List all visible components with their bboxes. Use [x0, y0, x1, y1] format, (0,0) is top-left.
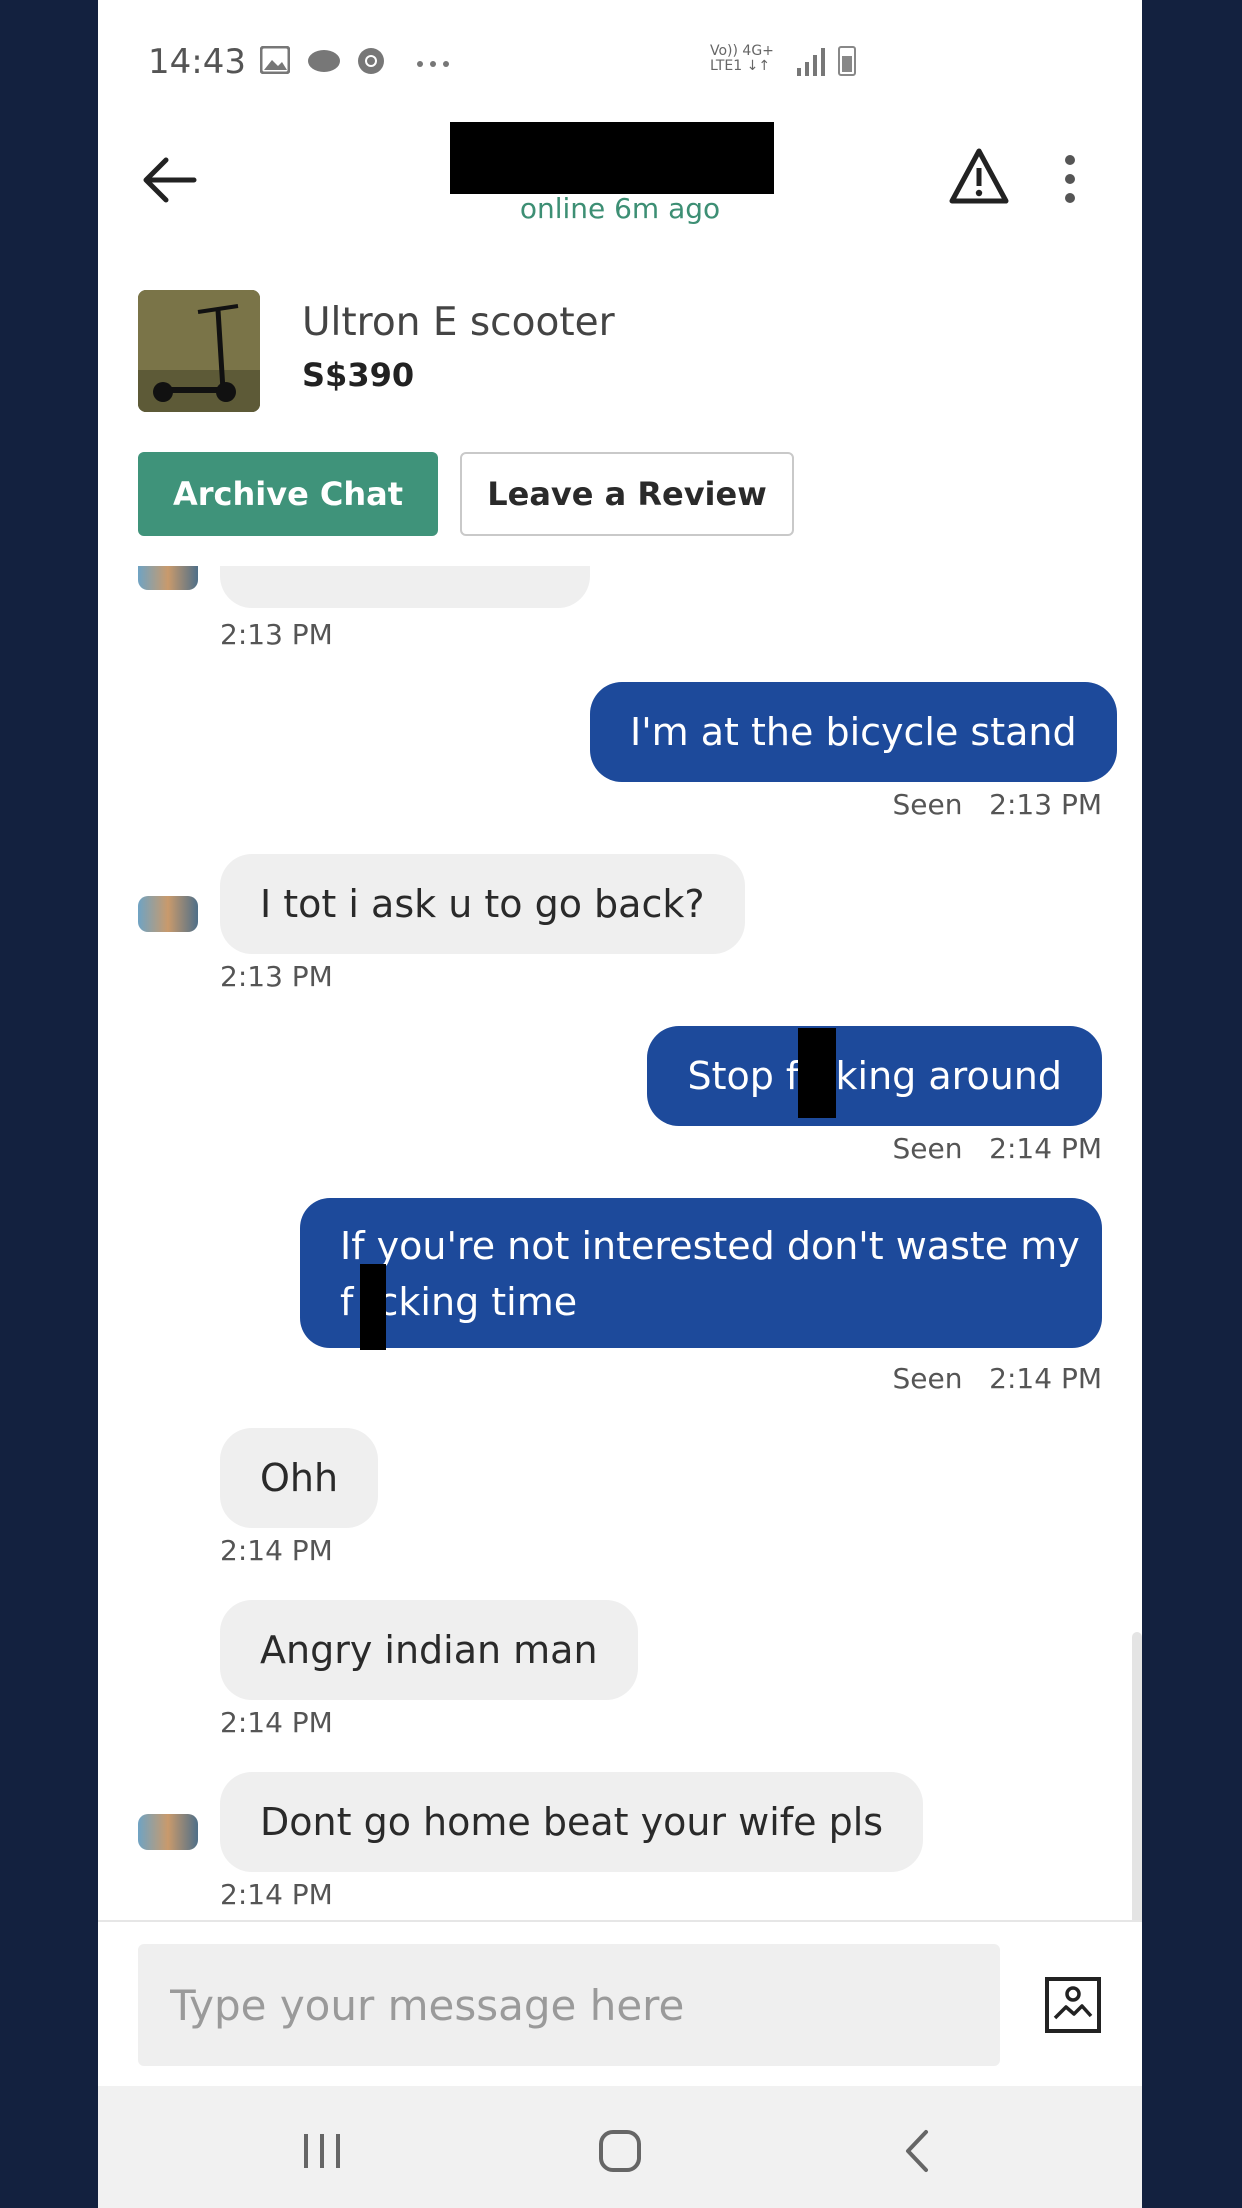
message-seen-status: Seen 2:14 PM [892, 1132, 1102, 1165]
message-bubble-outgoing: I'm at the bicycle stand [590, 682, 1117, 782]
chrome-icon [358, 48, 384, 74]
avatar [138, 896, 198, 932]
battery-icon [838, 46, 856, 76]
network-type-top: Vo)) 4G+ [710, 43, 774, 59]
recent-apps-icon[interactable] [298, 2126, 348, 2176]
message-line-2: f cking time [340, 1280, 578, 1324]
message-input[interactable] [138, 1944, 1000, 2066]
message-time: 2:14 PM [220, 1534, 333, 1567]
status-time: 14:43 [148, 42, 246, 82]
message-bubble-outgoing: If you're not interested don't waste my … [300, 1198, 1102, 1348]
message-line-1: If you're not interested don't waste my [340, 1224, 1080, 1268]
message-bubble-incoming: Dont go home beat your wife pls [220, 1772, 924, 1872]
message-seen-status: Seen 2:14 PM [892, 1362, 1102, 1395]
avatar [138, 566, 198, 590]
message-bubble-incoming [220, 566, 590, 608]
message-bubble-incoming: Angry indian man [220, 1600, 638, 1700]
archive-chat-button[interactable]: Archive Chat [138, 452, 438, 536]
composer-divider [98, 1920, 1142, 1922]
system-nav-bar [98, 2086, 1142, 2208]
back-nav-icon[interactable] [892, 2126, 942, 2176]
more-notifications-icon [417, 61, 449, 67]
status-bar: 14:43 Vo)) 4G+ LTE1 ↓↑ [98, 0, 1142, 120]
cloud-icon [308, 50, 340, 72]
scooter-image [138, 290, 260, 412]
chat-header: online 6m ago [98, 120, 1142, 270]
gallery-icon [260, 46, 290, 74]
scrollbar[interactable] [1132, 1632, 1142, 1920]
listing-title[interactable]: Ultron E scooter [302, 300, 615, 345]
message-time: 2:13 PM [220, 960, 333, 993]
network-indicator: Vo)) 4G+ LTE1 ↓↑ [710, 44, 774, 74]
image-icon[interactable] [1044, 1976, 1102, 2034]
contact-name-redacted[interactable] [450, 122, 774, 194]
censor-bar [798, 1028, 836, 1118]
message-time: 2:13 PM [220, 618, 333, 651]
listing-price: S$390 [302, 356, 415, 394]
message-list[interactable]: 2:13 PM I'm at the bicycle stand Seen 2:… [98, 566, 1142, 1920]
message-time: 2:14 PM [220, 1878, 333, 1911]
phone-screen: 14:43 Vo)) 4G+ LTE1 ↓↑ online 6m ago Ult… [98, 0, 1142, 2208]
message-bubble-incoming: Ohh [220, 1428, 379, 1528]
network-type-bottom: LTE1 ↓↑ [710, 58, 771, 74]
avatar [138, 1814, 198, 1850]
signal-icon [797, 48, 825, 76]
censor-bar [360, 1264, 386, 1350]
message-bubble-outgoing: Stop f king around [647, 1026, 1102, 1126]
warning-icon[interactable] [948, 146, 1010, 208]
home-icon[interactable] [595, 2126, 645, 2176]
leave-review-button[interactable]: Leave a Review [460, 452, 794, 536]
message-time: 2:14 PM [220, 1706, 333, 1739]
listing-thumbnail[interactable] [138, 290, 260, 412]
more-vertical-icon[interactable] [1060, 154, 1080, 204]
message-bubble-incoming: I tot i ask u to go back? [220, 854, 745, 954]
message-seen-status: Seen 2:13 PM [892, 788, 1102, 821]
